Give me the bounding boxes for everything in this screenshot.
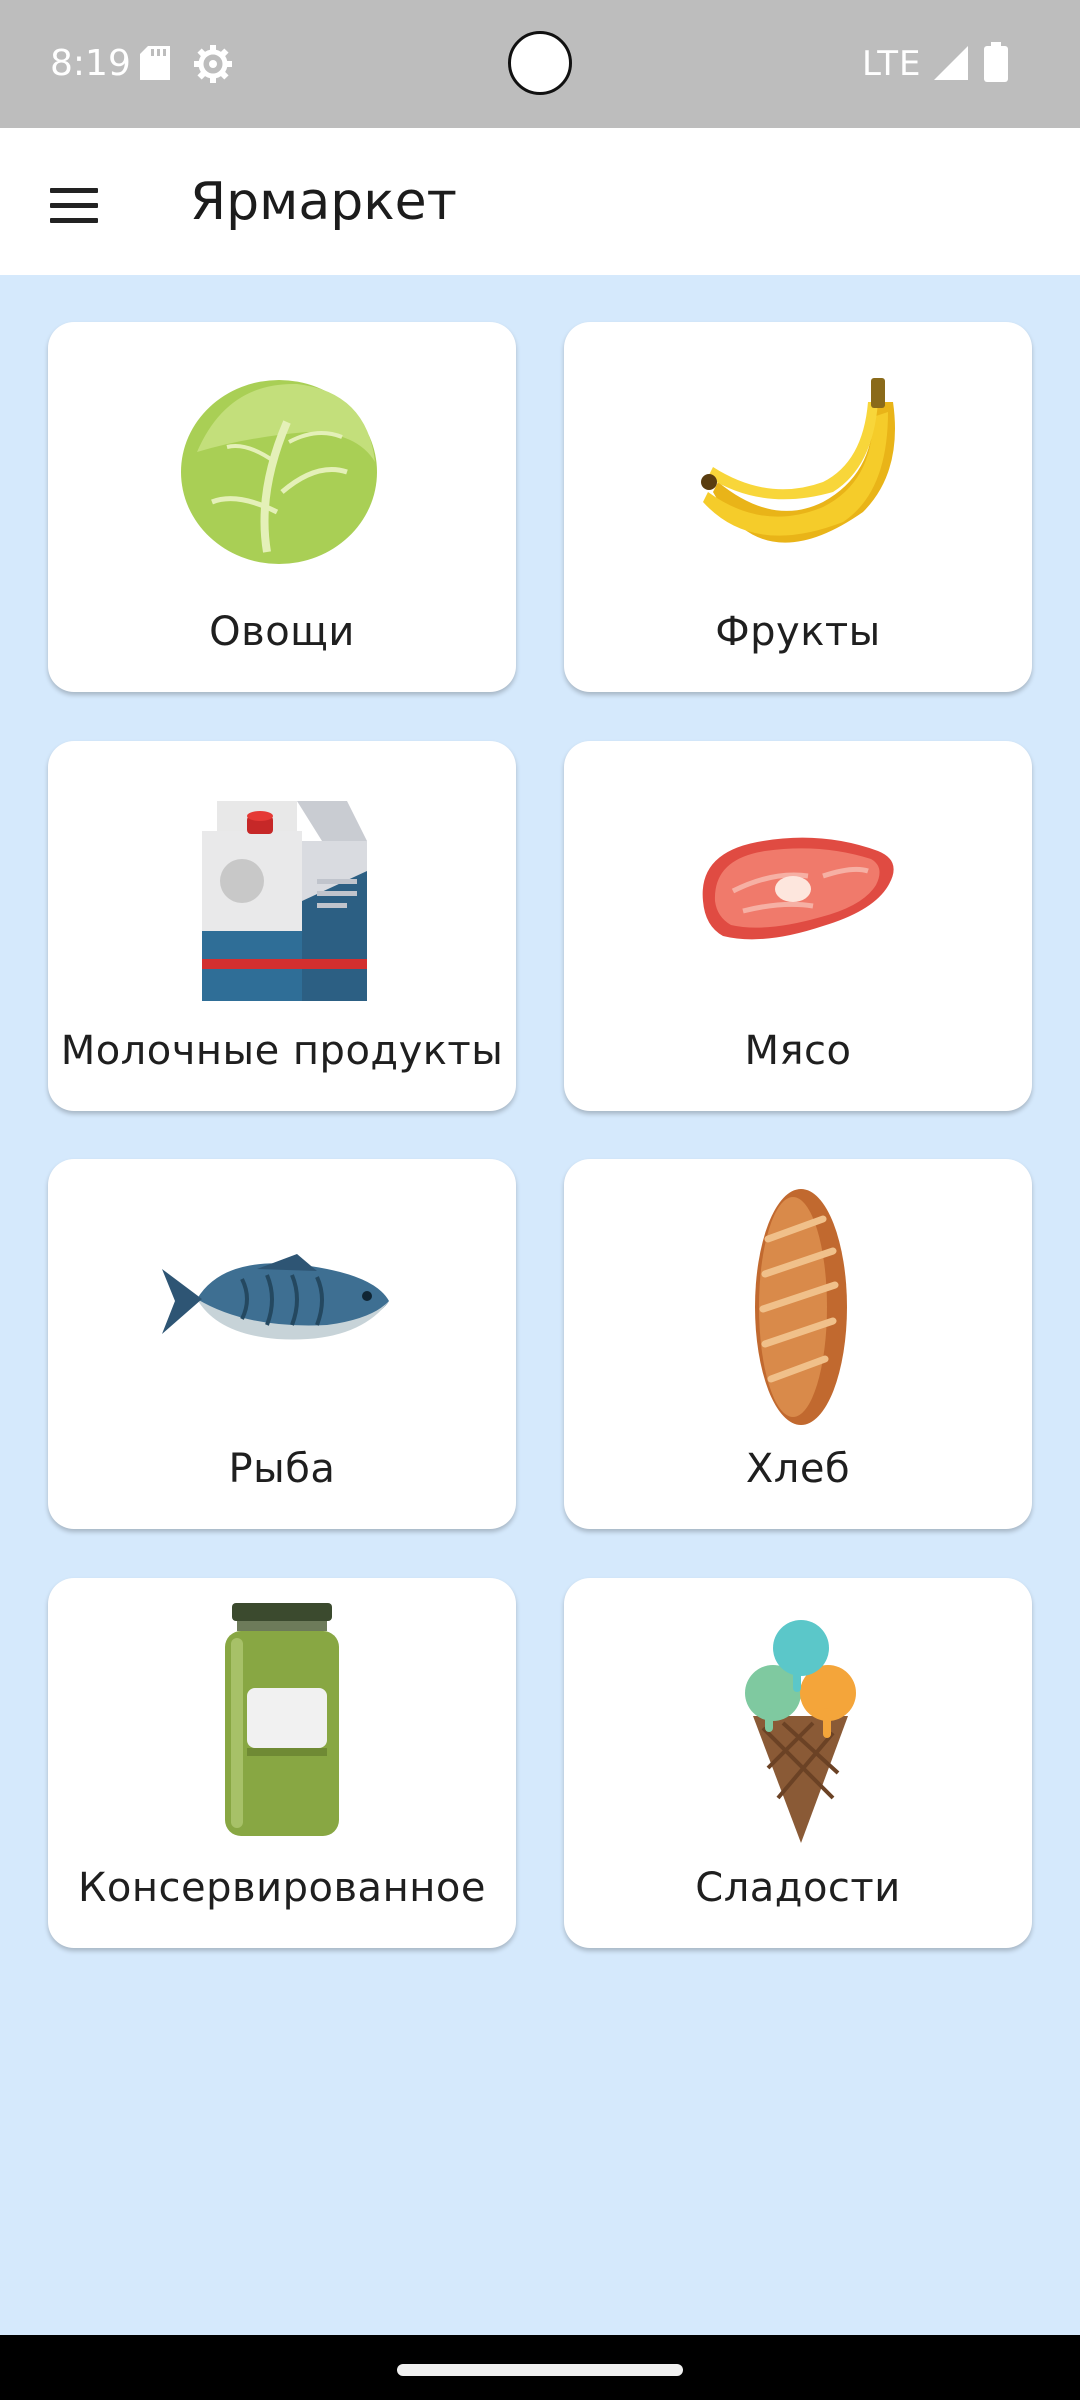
category-label: Рыба [228,1446,336,1492]
jar-icon [48,1598,516,1848]
signal-icon [934,46,968,84]
status-bar: 8:19 LTE [0,0,1080,128]
network-type: LTE [862,44,922,84]
fish-icon [48,1179,516,1429]
app-bar: Ярмаркет [0,128,1080,275]
category-card-fruits[interactable]: Фрукты [564,322,1032,692]
status-time: 8:19 [50,43,131,84]
system-navigation-bar [0,2335,1080,2400]
category-card-bread[interactable]: Хлеб [564,1159,1032,1529]
sd-card-icon [140,46,170,84]
category-label: Сладости [695,1865,901,1911]
category-label: Молочные продукты [60,1028,504,1074]
category-label: Фрукты [715,609,881,655]
cabbage-icon [48,342,516,592]
gear-icon [193,44,233,88]
category-card-dairy[interactable]: Молочные продукты [48,741,516,1111]
battery-icon [984,42,1008,86]
bread-icon [564,1179,1032,1429]
camera-cutout [508,31,572,95]
steak-icon [564,761,1032,1011]
category-card-vegetables[interactable]: Овощи [48,322,516,692]
category-label: Хлеб [745,1446,851,1492]
category-card-sweets[interactable]: Сладости [564,1578,1032,1948]
menu-button[interactable] [34,168,114,248]
home-handle[interactable] [397,2364,683,2376]
category-card-fish[interactable]: Рыба [48,1159,516,1529]
banana-icon [564,342,1032,592]
category-card-meat[interactable]: Мясо [564,741,1032,1111]
category-card-canned[interactable]: Консервированное [48,1578,516,1948]
app-title: Ярмаркет [190,172,457,232]
category-label: Консервированное [78,1865,486,1911]
ice-cream-icon [564,1598,1032,1848]
milk-carton-icon [48,761,516,1011]
category-label: Мясо [744,1028,852,1074]
category-label: Овощи [209,609,355,655]
